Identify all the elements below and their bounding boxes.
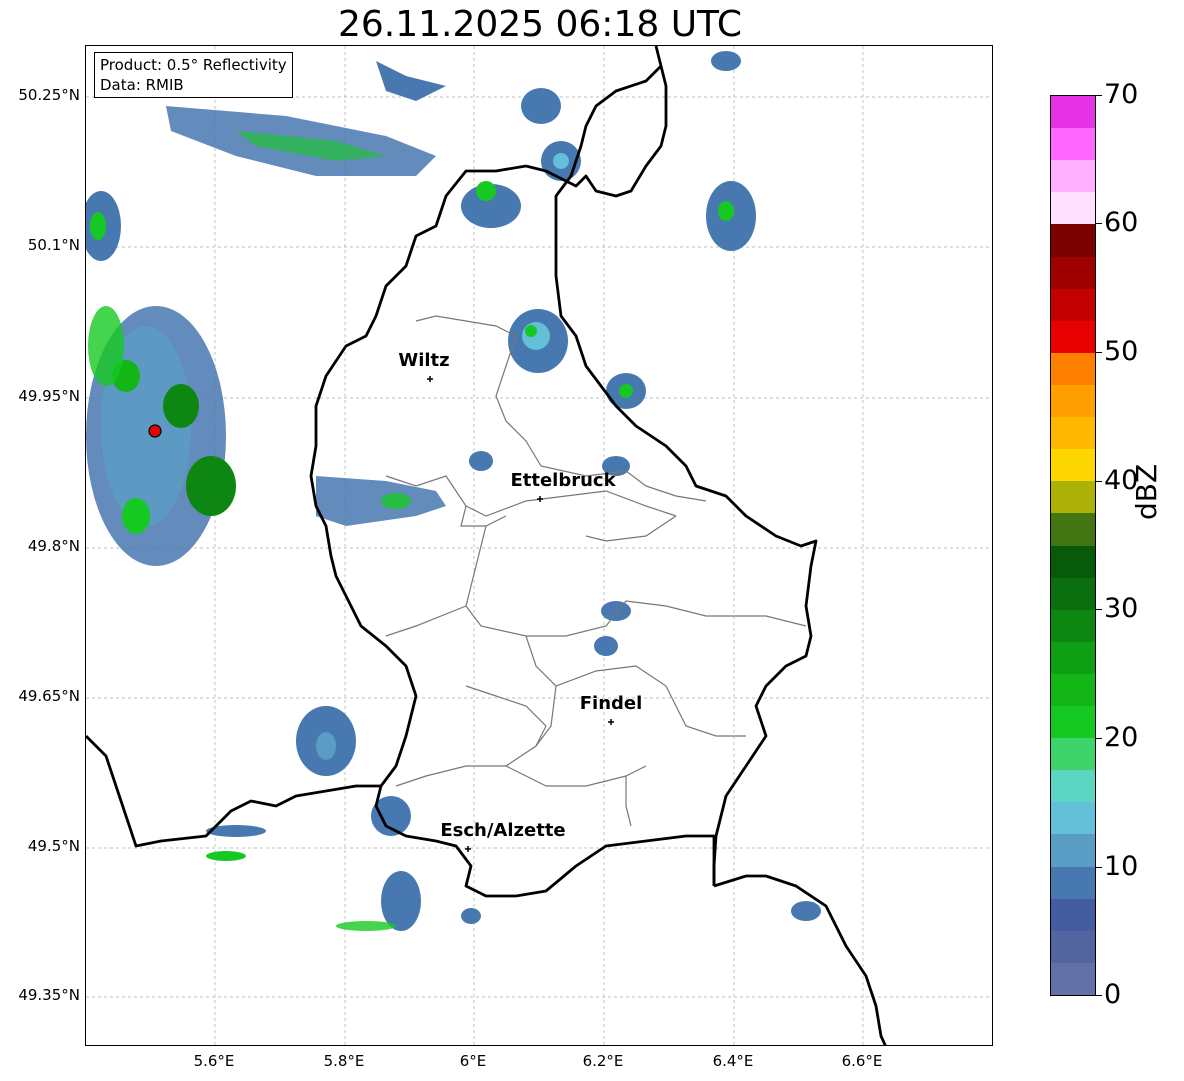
colorbar-tick-label: 0 xyxy=(1104,979,1122,1010)
colorbar-tick-label: 30 xyxy=(1104,593,1139,624)
lon-label: 6.2°E xyxy=(582,1052,624,1070)
colorbar-segment xyxy=(1051,898,1095,931)
colorbar-segment xyxy=(1051,609,1095,642)
colorbar xyxy=(1050,95,1096,996)
info-box: Product: 0.5° Reflectivity Data: RMIB xyxy=(94,52,293,98)
colorbar-segment xyxy=(1051,545,1095,578)
colorbar-tick-mark xyxy=(1096,223,1102,224)
colorbar-segment xyxy=(1051,384,1095,418)
lat-label: 49.8°N xyxy=(27,537,80,555)
lat-label: 49.65°N xyxy=(18,687,80,705)
colorbar-label: dBZ xyxy=(1130,463,1163,520)
lon-label: 6.6°E xyxy=(841,1052,883,1070)
colorbar-segment xyxy=(1051,641,1095,674)
lon-label: 5.6°E xyxy=(193,1052,235,1070)
lat-label: 49.35°N xyxy=(18,986,80,1004)
colorbar-tick-mark xyxy=(1096,738,1102,739)
colorbar-segment xyxy=(1051,192,1095,225)
colorbar-tick-mark xyxy=(1096,995,1102,996)
city-label-wiltz: Wiltz xyxy=(398,350,450,371)
colorbar-segment xyxy=(1051,160,1095,193)
data-source-text: Data: RMIB xyxy=(100,76,184,94)
lat-label: 49.95°N xyxy=(18,387,80,405)
colorbar-segment xyxy=(1051,320,1095,353)
colorbar-segment xyxy=(1051,417,1095,450)
colorbar-tick-label: 50 xyxy=(1104,336,1139,367)
colorbar-segment xyxy=(1051,128,1095,161)
lat-label: 49.5°N xyxy=(27,837,80,855)
lon-label: 5.8°E xyxy=(323,1052,365,1070)
colorbar-tick-mark xyxy=(1096,867,1102,868)
colorbar-segment xyxy=(1051,770,1095,803)
lon-label: 6.4°E xyxy=(712,1052,754,1070)
city-label-esch-alzette: Esch/Alzette xyxy=(440,820,566,841)
colorbar-segment xyxy=(1051,930,1095,963)
colorbar-segment xyxy=(1051,738,1095,771)
colorbar-segment xyxy=(1051,352,1095,385)
colorbar-segment xyxy=(1051,449,1095,482)
lat-label: 50.1°N xyxy=(27,236,80,254)
colorbar-tick-mark xyxy=(1096,481,1102,482)
colorbar-segment xyxy=(1051,673,1095,707)
lon-label: 6°E xyxy=(459,1052,487,1070)
colorbar-tick-label: 60 xyxy=(1104,207,1139,238)
colorbar-segment xyxy=(1051,802,1095,835)
colorbar-tick-label: 70 xyxy=(1104,79,1139,110)
gridlines xyxy=(86,46,992,1045)
colorbar-segment xyxy=(1051,834,1095,867)
colorbar-tick-mark xyxy=(1096,95,1102,96)
radar-map[interactable] xyxy=(85,45,993,1046)
colorbar-tick-label: 10 xyxy=(1104,851,1139,882)
colorbar-segment xyxy=(1051,96,1095,129)
product-text: Product: 0.5° Reflectivity xyxy=(100,56,287,74)
city-markers xyxy=(427,376,614,852)
colorbar-segment xyxy=(1051,481,1095,514)
canton-boundaries xyxy=(385,315,807,827)
colorbar-tick-mark xyxy=(1096,352,1102,353)
lat-label: 50.25°N xyxy=(18,86,80,104)
colorbar-tick-label: 20 xyxy=(1104,722,1139,753)
colorbar-segment xyxy=(1051,224,1095,257)
colorbar-segment xyxy=(1051,256,1095,289)
map-title: 26.11.2025 06:18 UTC xyxy=(337,4,743,45)
colorbar-segment xyxy=(1051,513,1095,546)
colorbar-segment xyxy=(1051,962,1095,995)
colorbar-segment xyxy=(1051,288,1095,321)
colorbar-segment xyxy=(1051,706,1095,739)
colorbar-segment xyxy=(1051,577,1095,610)
colorbar-tick-mark xyxy=(1096,609,1102,610)
city-label-findel: Findel xyxy=(579,693,643,714)
map-canvas xyxy=(86,46,992,1045)
colorbar-segment xyxy=(1051,866,1095,899)
radar-site-marker xyxy=(148,424,162,438)
city-label-ettelbruck: Ettelbruck xyxy=(510,470,616,491)
